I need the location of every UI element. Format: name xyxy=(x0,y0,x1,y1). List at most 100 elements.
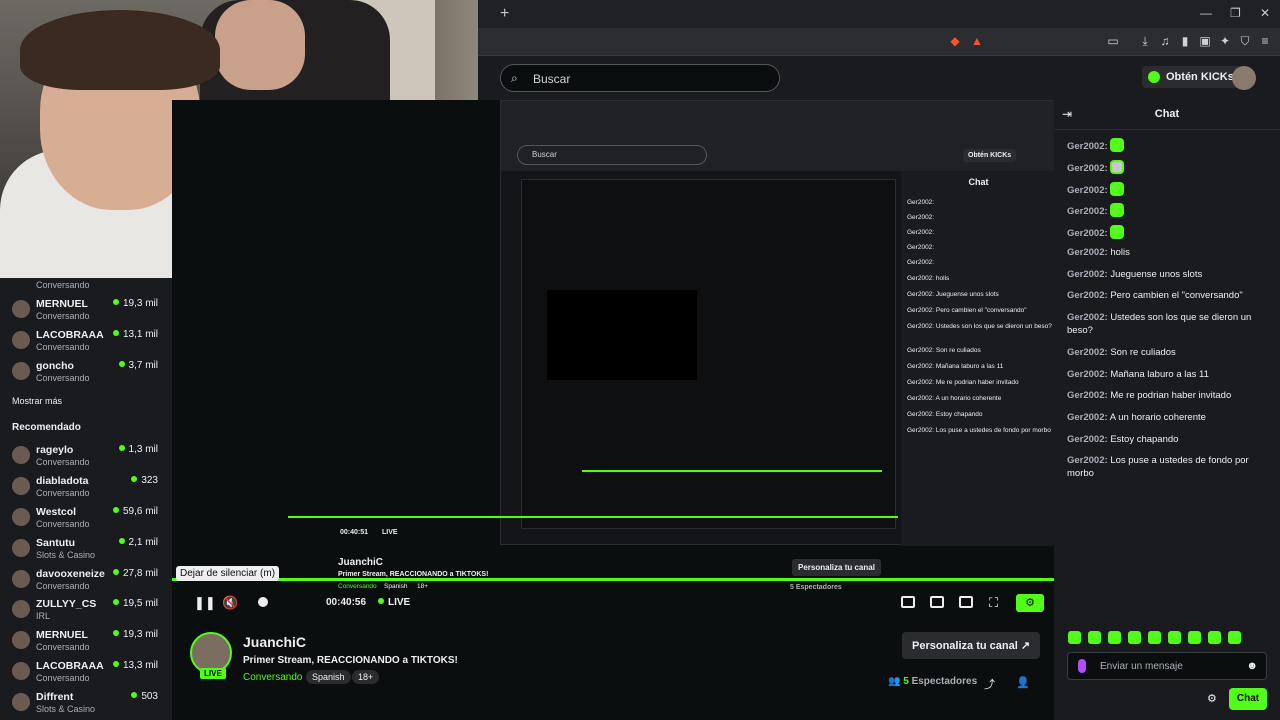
emote-icon[interactable] xyxy=(1148,631,1161,644)
tag-language[interactable]: Spanish xyxy=(306,670,351,684)
sidebar-item-recommended[interactable]: Santutu Slots & Casino 2,1 mil xyxy=(0,535,172,565)
maximize-icon[interactable]: ❐ xyxy=(1230,6,1241,20)
recursive-chat-line: Ger2002: xyxy=(907,199,935,206)
sidebar-item-recommended[interactable]: MERNUEL Conversando 19,3 mil xyxy=(0,627,172,657)
theater-mode-icon[interactable] xyxy=(901,596,915,608)
customize-channel-label: Personaliza tu canal xyxy=(912,640,1018,652)
chat-username[interactable]: Ger2002: xyxy=(1067,455,1108,466)
fullscreen-icon[interactable]: ⛶ xyxy=(989,595,998,611)
chat-username[interactable]: Ger2002: xyxy=(1067,247,1108,258)
chat-username[interactable]: Ger2002: xyxy=(1067,269,1108,280)
live-badge: LIVE xyxy=(200,668,226,679)
emoji-picker-icon[interactable]: ☻ xyxy=(1246,660,1258,672)
chat-username[interactable]: Ger2002: xyxy=(1067,347,1108,358)
settings-gear-icon[interactable]: ⚙ xyxy=(1016,594,1044,612)
video-player[interactable]: Buscar Obtén KICKs Chat Ger2002: Ger2002… xyxy=(172,100,1054,618)
clip-icon[interactable] xyxy=(930,596,944,608)
chat-username[interactable]: Ger2002: xyxy=(1067,228,1108,239)
sidebar-item-recommended[interactable]: LACOBRAAA Conversando 13,3 mil xyxy=(0,658,172,688)
tag-age[interactable]: 18+ xyxy=(352,670,380,684)
emote-icon[interactable] xyxy=(1208,631,1221,644)
recursive-chat-line: Ger2002: Me re podrian haber invitado xyxy=(907,379,1019,386)
chat-username[interactable]: Ger2002: xyxy=(1067,369,1108,380)
user-avatar[interactable] xyxy=(1232,66,1256,90)
cast-icon[interactable]: ▭ xyxy=(1106,34,1120,48)
chat-text: Pero cambien el "conversando" xyxy=(1110,290,1243,301)
sidebar-item-following[interactable]: goncho Conversando 3,7 mil xyxy=(0,358,172,388)
wallet-icon[interactable]: ▣ xyxy=(1198,34,1212,48)
video-progress-bar[interactable] xyxy=(172,578,1054,581)
emote-icon[interactable] xyxy=(1228,631,1241,644)
webcam-person-front-hair xyxy=(20,10,220,90)
chat-settings-icon[interactable]: ⚙ xyxy=(1207,692,1217,705)
download-icon[interactable]: ⤓ xyxy=(1138,34,1152,48)
brave-rewards-icon[interactable]: ▲ xyxy=(970,34,984,48)
channel-category: Conversando xyxy=(36,488,90,498)
new-tab-icon[interactable]: + xyxy=(500,5,509,23)
vpn-icon[interactable]: ⛉ xyxy=(1238,34,1252,48)
chat-username[interactable]: Ger2002: xyxy=(1067,185,1108,196)
emote-icon[interactable] xyxy=(1188,631,1201,644)
emote-icon[interactable] xyxy=(1108,631,1121,644)
emote-icon xyxy=(1109,182,1124,196)
channel-category: Conversando xyxy=(36,581,90,591)
sidebar-item-recommended[interactable]: diabladota Conversando 323 xyxy=(0,473,172,503)
search-input[interactable]: ⌕ Buscar xyxy=(500,64,780,92)
chat-username[interactable]: Ger2002: xyxy=(1067,141,1108,152)
close-icon[interactable]: ✕ xyxy=(1260,6,1270,20)
ai-icon[interactable]: ✦ xyxy=(1218,34,1232,48)
sidebar-icon[interactable]: ▮ xyxy=(1178,34,1192,48)
channel-category: Conversando xyxy=(36,673,90,683)
get-kicks-button[interactable]: Obtén KICKs xyxy=(1142,66,1242,88)
muted-volume-icon[interactable]: 🔇 xyxy=(222,595,238,611)
emote-icon xyxy=(1109,160,1124,174)
sidebar-item-recommended[interactable]: Diffrent Slots & Casino 503 xyxy=(0,689,172,719)
avatar xyxy=(12,508,30,526)
chat-message-input[interactable]: Enviar un mensaje ☻ xyxy=(1067,652,1267,680)
chat-username[interactable]: Ger2002: xyxy=(1067,390,1108,401)
chat-username[interactable]: Ger2002: xyxy=(1067,434,1108,445)
emote-icon[interactable] xyxy=(1088,631,1101,644)
chat-username[interactable]: Ger2002: xyxy=(1067,312,1108,323)
chat-username[interactable]: Ger2002: xyxy=(1067,163,1108,174)
emote-icon[interactable] xyxy=(1068,631,1081,644)
share-icon[interactable]: ⤴ xyxy=(984,676,995,692)
recursive-age: 18+ xyxy=(417,583,429,590)
send-chat-button[interactable]: Chat xyxy=(1229,688,1267,710)
viewer-count: 323 xyxy=(131,475,158,486)
microphone-icon[interactable] xyxy=(1078,659,1086,673)
volume-slider-thumb[interactable] xyxy=(258,597,268,607)
pause-icon[interactable]: ❚❚ xyxy=(194,595,216,611)
sidebar-item-recommended[interactable]: rageylo Conversando 1,3 mil xyxy=(0,442,172,472)
viewer-count: 👥 5 Espectadores xyxy=(888,676,977,687)
stream-category[interactable]: Conversando xyxy=(243,672,302,683)
chat-username[interactable]: Ger2002: xyxy=(1067,206,1108,217)
emote-icon[interactable] xyxy=(1128,631,1141,644)
sidebar-item-following[interactable]: MERNUEL Conversando 19,3 mil xyxy=(0,296,172,326)
pip-icon[interactable] xyxy=(959,596,973,608)
channel-name: rageylo xyxy=(36,444,74,456)
chat-username[interactable]: Ger2002: xyxy=(1067,412,1108,423)
viewer-count: 503 xyxy=(131,691,158,702)
minimize-icon[interactable]: — xyxy=(1200,6,1212,20)
brave-shield-icon[interactable]: ◆ xyxy=(948,34,962,48)
channel-category: Slots & Casino xyxy=(36,704,96,714)
show-more-link[interactable]: Mostrar más xyxy=(12,396,62,406)
sidebar-item-recommended[interactable]: davooxeneize Conversando 27,8 mil xyxy=(0,566,172,596)
sidebar-item-following[interactable]: LACOBRAAA Conversando 13,1 mil xyxy=(0,327,172,357)
emote-quickbar xyxy=(1068,631,1268,645)
music-icon[interactable]: ♫ xyxy=(1158,34,1172,48)
recursive-header: Buscar Obtén KICKs xyxy=(501,101,1054,171)
customize-channel-button[interactable]: Personaliza tu canal ↗ xyxy=(902,632,1041,659)
chat-text: Mañana laburo a las 11 xyxy=(1110,369,1209,380)
channel-name[interactable]: JuanchiC xyxy=(243,634,306,650)
recursive-live: LIVE xyxy=(382,529,398,536)
sidebar-item-recommended[interactable]: Westcol Conversando 59,6 mil xyxy=(0,504,172,534)
viewer-count: 1,3 mil xyxy=(119,444,158,455)
chat-username[interactable]: Ger2002: xyxy=(1067,290,1108,301)
emote-icon[interactable] xyxy=(1168,631,1181,644)
sidebar-item-recommended[interactable]: ZULLYY_CS IRL 19,5 mil xyxy=(0,596,172,626)
menu-icon[interactable]: ≡ xyxy=(1258,34,1272,48)
kick-coin-icon xyxy=(1148,71,1160,83)
follow-user-icon[interactable]: 👤 xyxy=(1016,676,1030,689)
